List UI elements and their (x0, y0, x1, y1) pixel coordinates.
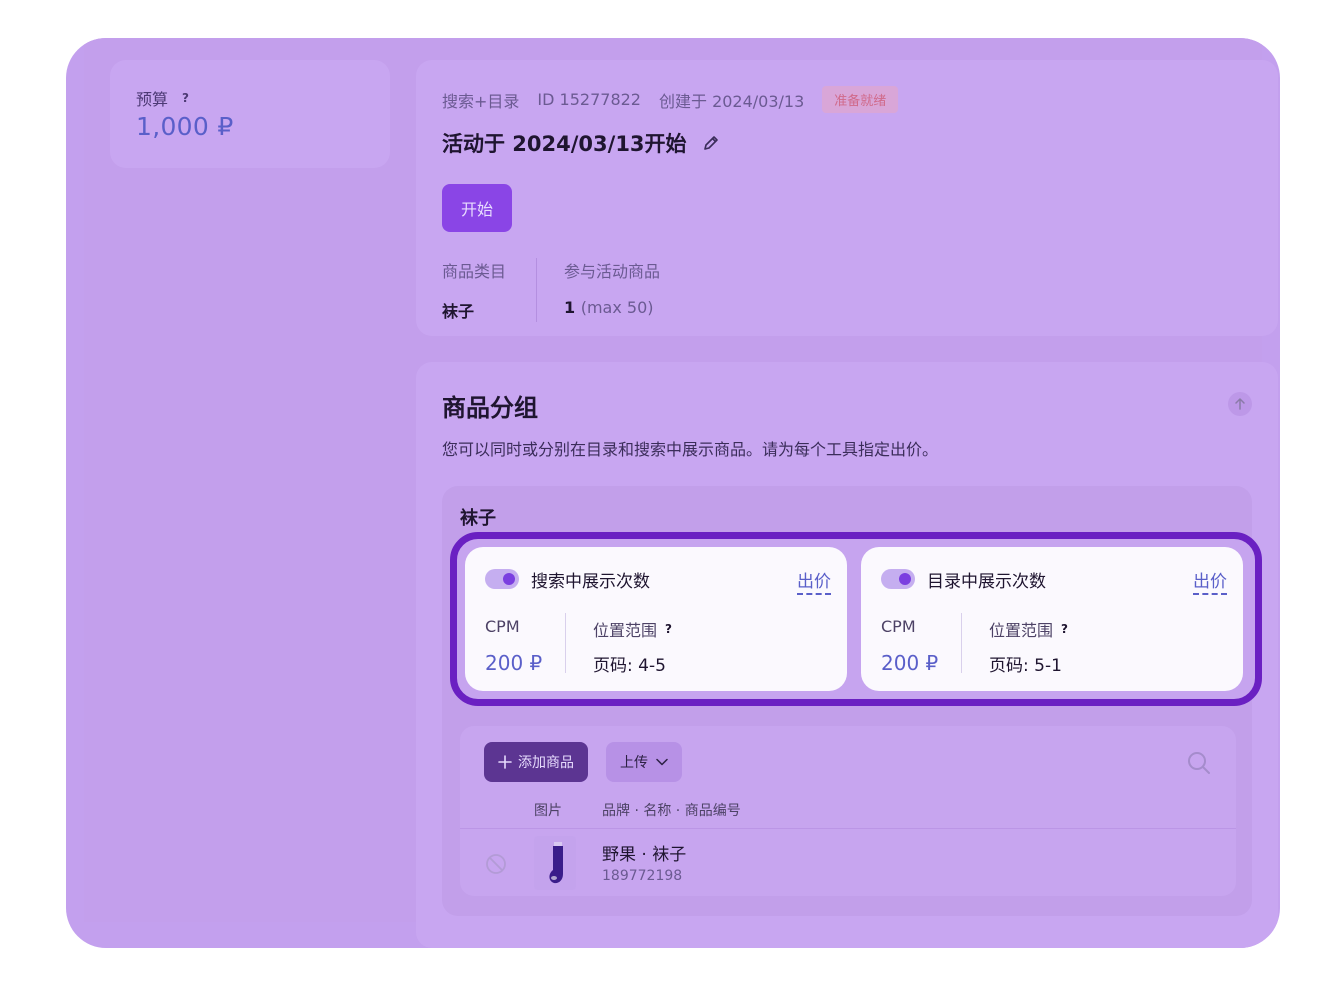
products-max: (max 50) (580, 298, 654, 317)
products-info: 参与活动商品 1 (max 50) (564, 258, 660, 317)
product-groups-panel: 商品分组 您可以同时或分别在目录和搜索中展示商品。请为每个工具指定出价。 袜子 … (416, 362, 1278, 948)
column-header-name: 品牌 · 名称 · 商品编号 (602, 803, 741, 819)
budget-help-icon[interactable]: ? (182, 91, 189, 105)
status-badge: 准备就绪 (822, 86, 899, 113)
upload-button[interactable]: 上传 (606, 742, 682, 782)
app-frame: 预算 ? 1,000 ₽ 搜索+目录 ID 15277822 创建于 2024/… (66, 38, 1280, 948)
budget-label: 预算 (136, 90, 169, 109)
collapse-button[interactable] (1228, 392, 1252, 416)
cpm-value: 200 ₽ (485, 651, 543, 675)
sock-icon (549, 842, 563, 884)
column-header-image: 图片 (534, 803, 562, 819)
tools-highlight: 搜索中展示次数 出价 CPM 200 ₽ 位置范围 ? 页码: 4-5 目录中展… (450, 532, 1262, 706)
add-product-label: 添加商品 (518, 755, 574, 771)
position-label-row: 位置范围 ? (989, 617, 1068, 641)
group-name: 袜子 (460, 508, 496, 529)
add-product-button[interactable]: 添加商品 (484, 742, 588, 782)
pencil-icon[interactable] (701, 133, 721, 153)
products-count-row: 1 (max 50) (564, 298, 660, 317)
arrow-up-icon (1235, 398, 1245, 410)
campaign-panel: 搜索+目录 ID 15277822 创建于 2024/03/13 准备就绪 活动… (416, 60, 1278, 336)
toggle-knob (899, 573, 911, 585)
chevron-down-icon (656, 758, 668, 766)
tool-divider (961, 613, 962, 673)
product-thumbnail (534, 836, 576, 890)
search-tool-toggle[interactable] (485, 569, 519, 589)
cpm-label: CPM (485, 617, 520, 636)
block-icon[interactable] (484, 852, 508, 876)
position-label: 位置范围 (593, 621, 658, 640)
position-label: 位置范围 (989, 621, 1054, 640)
products-area: 添加商品 上传 图片 品牌 · 名称 · 商品编号 野果 · 袜子 189772… (460, 726, 1236, 896)
info-divider (536, 258, 537, 322)
tool-title: 搜索中展示次数 (531, 572, 650, 592)
search-tool-card: 搜索中展示次数 出价 CPM 200 ₽ 位置范围 ? 页码: 4-5 (465, 547, 847, 691)
budget-panel: 预算 ? 1,000 ₽ (110, 60, 390, 168)
product-sku: 189772198 (602, 868, 683, 884)
position-help-icon[interactable]: ? (1061, 622, 1068, 636)
start-button[interactable]: 开始 (442, 184, 512, 232)
budget-value: 1,000 ₽ (136, 112, 234, 141)
product-group-card: 袜子 搜索中展示次数 出价 CPM 200 ₽ 位置范围 ? 页码: 4-5 目… (442, 486, 1262, 916)
content-area: 预算 ? 1,000 ₽ 搜索+目录 ID 15277822 创建于 2024/… (84, 38, 1278, 948)
groups-title: 商品分组 (442, 394, 538, 422)
campaign-meta: 搜索+目录 ID 15277822 创建于 2024/03/13 准备就绪 (442, 86, 899, 113)
search-icon[interactable] (1186, 750, 1212, 776)
position-value: 页码: 4-5 (593, 656, 666, 676)
category-info: 商品类目 袜子 (442, 258, 506, 322)
row-divider (460, 828, 1236, 829)
campaign-title-row: 活动于 2024/03/13开始 (442, 128, 721, 158)
toggle-knob (503, 573, 515, 585)
campaign-type: 搜索+目录 (442, 91, 520, 111)
cpm-value: 200 ₽ (881, 651, 939, 675)
cpm-label: CPM (881, 617, 916, 636)
position-help-icon[interactable]: ? (665, 622, 672, 636)
bid-link[interactable]: 出价 (797, 567, 831, 595)
position-label-row: 位置范围 ? (593, 617, 672, 641)
campaign-created: 创建于 2024/03/13 (658, 91, 805, 111)
budget-label-row: 预算 ? (136, 86, 189, 110)
catalog-tool-toggle[interactable] (881, 569, 915, 589)
category-label: 商品类目 (442, 262, 507, 281)
tool-title: 目录中展示次数 (927, 572, 1046, 592)
campaign-id: ID 15277822 (537, 90, 641, 109)
catalog-tool-card: 目录中展示次数 出价 CPM 200 ₽ 位置范围 ? 页码: 5-1 (861, 547, 1243, 691)
upload-label: 上传 (620, 755, 648, 771)
product-name[interactable]: 野果 · 袜子 (602, 840, 686, 865)
campaign-title: 活动于 2024/03/13开始 (442, 132, 687, 156)
bid-link[interactable]: 出价 (1193, 567, 1227, 595)
tool-divider (565, 613, 566, 673)
category-value: 袜子 (442, 302, 475, 321)
groups-description: 您可以同时或分别在目录和搜索中展示商品。请为每个工具指定出价。 (442, 440, 939, 459)
products-label: 参与活动商品 (564, 262, 661, 281)
position-value: 页码: 5-1 (989, 656, 1062, 676)
products-count: 1 (564, 298, 576, 317)
plus-icon (498, 755, 512, 769)
